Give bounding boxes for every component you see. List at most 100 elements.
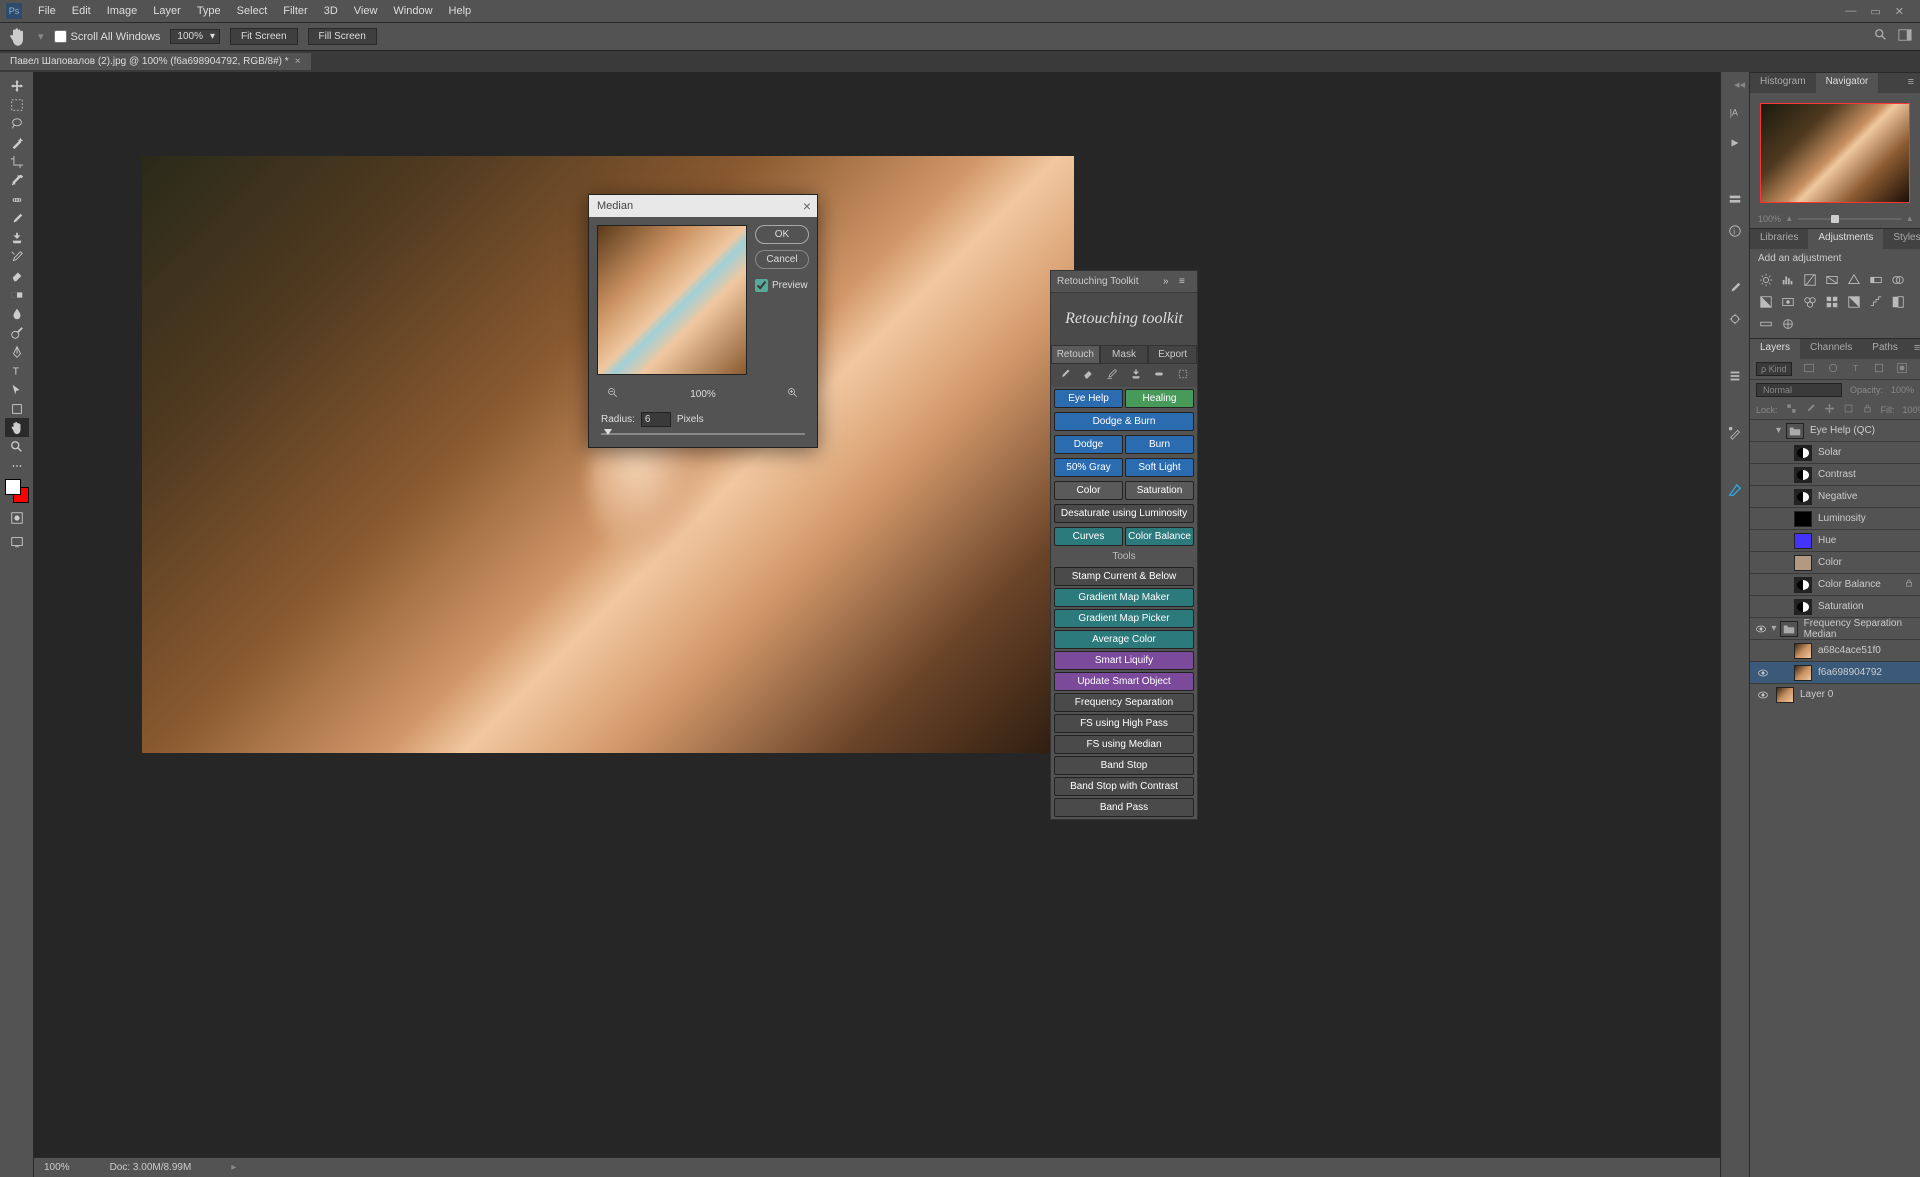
rt-healing-button[interactable]: Healing xyxy=(1125,389,1194,408)
layer-group-chevron[interactable]: ▾ xyxy=(1771,623,1779,634)
rt-stamp-icon[interactable] xyxy=(1130,368,1142,383)
rt-eye-help-button[interactable]: Eye Help xyxy=(1054,389,1123,408)
layer-row[interactable]: a68c4ace51f0 xyxy=(1750,639,1920,661)
adj-posterize-icon[interactable] xyxy=(1868,294,1884,310)
strip-expand-icon[interactable]: ◂◂ xyxy=(1734,78,1745,91)
layers-menu-icon[interactable]: ≡ xyxy=(1908,339,1920,359)
layer-name[interactable]: Contrast xyxy=(1818,469,1856,480)
adj-vibrance-icon[interactable] xyxy=(1846,272,1862,288)
dialog-preview-image[interactable] xyxy=(597,225,747,375)
dialog-titlebar[interactable]: Median × xyxy=(589,195,817,217)
layer-name[interactable]: Solar xyxy=(1818,447,1841,458)
adj-channel-mixer-icon[interactable] xyxy=(1802,294,1818,310)
adj-curves-icon[interactable] xyxy=(1802,272,1818,288)
strip-character-icon[interactable]: |A xyxy=(1728,105,1742,122)
menu-image[interactable]: Image xyxy=(99,0,146,22)
layer-visibility-toggle[interactable] xyxy=(1750,667,1776,679)
rt-color-button[interactable]: Color xyxy=(1054,481,1123,500)
color-swatches[interactable] xyxy=(5,479,29,503)
foreground-color[interactable] xyxy=(5,479,21,495)
status-zoom[interactable]: 100% xyxy=(44,1162,70,1173)
shape-tool[interactable] xyxy=(5,399,29,418)
layer-visibility-toggle[interactable] xyxy=(1750,689,1776,701)
rt-menu-icon[interactable]: ≡ xyxy=(1179,276,1191,288)
hand-tool[interactable] xyxy=(5,418,29,437)
rt-curves-button[interactable]: Curves xyxy=(1054,527,1123,546)
history-brush-tool[interactable] xyxy=(5,247,29,266)
layer-name[interactable]: f6a698904792 xyxy=(1818,667,1882,678)
layer-row[interactable]: ▾ Frequency Separation Median xyxy=(1750,617,1920,639)
adj-bw-icon[interactable] xyxy=(1758,294,1774,310)
adj-levels-icon[interactable] xyxy=(1780,272,1796,288)
layer-name[interactable]: Layer 0 xyxy=(1800,689,1833,700)
layer-name[interactable]: Saturation xyxy=(1818,601,1864,612)
layer-row[interactable]: Color Balance xyxy=(1750,573,1920,595)
adj-invert-icon[interactable] xyxy=(1846,294,1862,310)
menu-layer[interactable]: Layer xyxy=(145,0,189,22)
rt-tab-mask[interactable]: Mask xyxy=(1100,345,1149,364)
rt-average-color-button[interactable]: Average Color xyxy=(1054,630,1194,649)
pen-tool[interactable] xyxy=(5,342,29,361)
lock-artboard-icon[interactable] xyxy=(1843,403,1854,416)
blur-tool[interactable] xyxy=(5,304,29,323)
layer-row[interactable]: ▾Eye Help (QC) xyxy=(1750,419,1920,441)
dialog-close-icon[interactable]: × xyxy=(803,198,811,214)
layer-visibility-toggle[interactable] xyxy=(1750,623,1771,635)
strip-properties-icon[interactable] xyxy=(1728,193,1742,210)
clone-stamp-tool[interactable] xyxy=(5,228,29,247)
rt-heal-icon[interactable] xyxy=(1153,368,1165,383)
strip-actions-icon[interactable] xyxy=(1728,136,1742,153)
marquee-tool[interactable] xyxy=(5,95,29,114)
adj-selective-color-icon[interactable] xyxy=(1780,316,1796,332)
document-tab[interactable]: Павел Шаповалов (2).jpg @ 100% (f6a69890… xyxy=(0,53,311,70)
adj-threshold-icon[interactable] xyxy=(1890,294,1906,310)
layer-name[interactable]: Eye Help (QC) xyxy=(1810,425,1875,436)
rt-softlight-button[interactable]: Soft Light xyxy=(1125,458,1194,477)
rt-color-balance-button[interactable]: Color Balance xyxy=(1125,527,1194,546)
rt-stamp-current-button[interactable]: Stamp Current & Below xyxy=(1054,567,1194,586)
navigator-zoom-in-icon[interactable]: ▴ xyxy=(1907,213,1912,224)
zoom-tool[interactable] xyxy=(5,437,29,456)
rt-dodge-button[interactable]: Dodge xyxy=(1054,435,1123,454)
search-icon[interactable] xyxy=(1874,28,1888,45)
menu-window[interactable]: Window xyxy=(385,0,440,22)
adj-exposure-icon[interactable] xyxy=(1824,272,1840,288)
menu-select[interactable]: Select xyxy=(229,0,276,22)
rt-brush-icon[interactable] xyxy=(1059,368,1071,383)
tab-libraries[interactable]: Libraries xyxy=(1750,229,1808,249)
strip-brush-settings-icon[interactable] xyxy=(1728,281,1742,298)
rt-tab-retouch[interactable]: Retouch xyxy=(1051,345,1100,364)
path-selection-tool[interactable] xyxy=(5,380,29,399)
rt-burn-button[interactable]: Burn xyxy=(1125,435,1194,454)
layer-name[interactable]: Color xyxy=(1818,557,1842,568)
radius-input[interactable] xyxy=(641,412,671,427)
menu-filter[interactable]: Filter xyxy=(275,0,315,22)
menu-type[interactable]: Type xyxy=(189,0,229,22)
gradient-tool[interactable] xyxy=(5,285,29,304)
lasso-tool[interactable] xyxy=(5,114,29,133)
zoom-out-icon[interactable] xyxy=(607,387,619,402)
rt-gradient-maker-button[interactable]: Gradient Map Maker xyxy=(1054,588,1194,607)
radius-slider[interactable] xyxy=(601,433,805,435)
tab-histogram[interactable]: Histogram xyxy=(1750,73,1816,93)
menu-3d[interactable]: 3D xyxy=(316,0,346,22)
adj-gradient-map-icon[interactable] xyxy=(1758,316,1774,332)
lock-image-icon[interactable] xyxy=(1805,403,1816,416)
navigator-zoom-slider[interactable] xyxy=(1798,218,1902,220)
rt-collapse-icon[interactable]: » xyxy=(1163,276,1175,288)
layer-name[interactable]: Hue xyxy=(1818,535,1836,546)
navigator-zoom-out-icon[interactable]: ▴ xyxy=(1787,213,1792,224)
tab-adjustments[interactable]: Adjustments xyxy=(1808,229,1883,249)
filter-adjustment-icon[interactable] xyxy=(1827,362,1839,376)
rt-desaturate-button[interactable]: Desaturate using Luminosity xyxy=(1054,504,1194,523)
layer-name[interactable]: Frequency Separation Median xyxy=(1804,618,1914,640)
rt-dodge-burn-button[interactable]: Dodge & Burn xyxy=(1054,412,1194,431)
close-tab-icon[interactable]: × xyxy=(295,56,301,67)
move-tool[interactable] xyxy=(5,76,29,95)
tab-channels[interactable]: Channels xyxy=(1800,339,1862,359)
eyedropper-tool[interactable] xyxy=(5,171,29,190)
menu-edit[interactable]: Edit xyxy=(64,0,99,22)
tab-styles[interactable]: Styles xyxy=(1883,229,1920,249)
layer-row[interactable]: f6a698904792 xyxy=(1750,661,1920,683)
navigator-preview[interactable] xyxy=(1760,103,1910,203)
